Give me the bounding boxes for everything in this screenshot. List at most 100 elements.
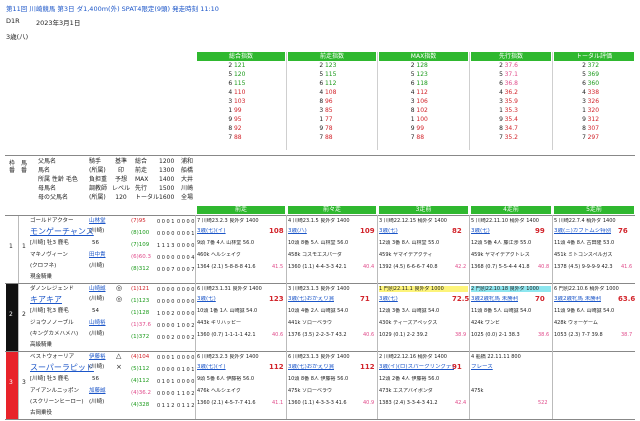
- jockey-link[interactable]: 伊藤裕: [89, 354, 106, 361]
- index-rank: 7: [582, 134, 586, 141]
- race-index: 71: [360, 295, 370, 303]
- race-divider: [552, 283, 553, 351]
- col-label: 大井: [181, 176, 194, 183]
- race-name-link[interactable]: 3歳(七)(イ): [197, 364, 226, 371]
- race-name-link[interactable]: 3歳(七): [197, 296, 216, 303]
- index-row: 8 34.7: [471, 124, 551, 133]
- trainer-aff: (川崎): [89, 263, 105, 269]
- col-label: 母馬名: [38, 185, 57, 192]
- race-tail-value: 38.7: [621, 332, 633, 338]
- index-value: 35.4: [504, 116, 518, 123]
- race-name-link[interactable]: 3歳2歳牝馬 未勝利: [471, 296, 518, 303]
- index-row: 2 123: [288, 61, 376, 70]
- index-title: トータル評価: [554, 52, 634, 61]
- race-line-3: 9頭 5番 6人 伊藤裕 56.0: [197, 376, 255, 382]
- race-line-5: 1360 (1.1) 4-4-3-3 42.1: [288, 264, 347, 270]
- index-rank: 1: [319, 116, 324, 123]
- col-label: 浦和: [181, 158, 194, 165]
- race-index: 112: [360, 363, 375, 371]
- index-title: 先行指数: [471, 52, 551, 61]
- index-value: 35.3: [504, 107, 518, 114]
- index-row: 9 35.4: [471, 115, 551, 124]
- sire-name: ゴールドアクター: [30, 218, 74, 224]
- race-name-link[interactable]: 3歳(七)(イ): [197, 228, 226, 235]
- jockey-link[interactable]: 山崎誠: [89, 286, 106, 293]
- trainer-link[interactable]: 田中貴: [89, 252, 106, 259]
- col-label: 印: [118, 167, 125, 174]
- race-line-3: 11頭 9番 6人 山崎誠 54.0: [554, 308, 615, 314]
- race-line-5: 1378 (4.5) 9-9-9-9 42.3: [554, 264, 613, 270]
- row-border: [5, 351, 635, 352]
- race-line-4: 424k ワンビ: [471, 320, 501, 326]
- index-rank: 9: [319, 125, 324, 132]
- jockey-aff: (川崎): [89, 228, 105, 234]
- race-name-link[interactable]: 3歳(七): [379, 296, 398, 303]
- divider: [286, 52, 287, 150]
- waku-number: 3: [9, 379, 13, 386]
- jockey-link[interactable]: 山林堂: [89, 218, 106, 225]
- trainer-link[interactable]: 加藤誠: [89, 388, 106, 395]
- race-line-1: 7 川崎23.2.3 良外ダ 1400: [197, 218, 259, 224]
- col-label: 調教師: [89, 185, 108, 192]
- race-divider: [286, 283, 287, 351]
- race-name-link[interactable]: 3歳2歳牝馬 未勝利: [554, 296, 601, 303]
- score-value: (1)123: [131, 298, 150, 304]
- index-value: 36.8: [504, 80, 518, 87]
- index-value: 34.7: [504, 125, 518, 132]
- mark-symbol: △: [116, 352, 122, 360]
- race-line-3: 11頭 4番 8人 古田隆 53.0: [554, 240, 615, 246]
- race-name-link[interactable]: 3歳(イ)(ロ)スパークリングデビュー: [379, 364, 454, 371]
- race-name-link[interactable]: フレース: [471, 364, 493, 371]
- horse-name[interactable]: キアキア: [30, 295, 62, 305]
- dist-record: 0 0 0 0: [157, 299, 175, 305]
- race-index: 108: [269, 227, 284, 235]
- index-row: 2 372: [554, 61, 634, 70]
- score-value: (1)372: [131, 334, 150, 340]
- race-name-link[interactable]: 3歳(七): [471, 228, 490, 235]
- dam-name: マキノヴィーン: [30, 252, 68, 258]
- index-row: 1 320: [554, 106, 634, 115]
- col-label: 予想: [115, 176, 128, 183]
- race-line-4: 476k ヘルシェイク: [197, 388, 241, 394]
- index-row: 8 307: [554, 124, 634, 133]
- col-venue: 浦和 船橋 大井 川崎 全場: [181, 158, 193, 201]
- dist-record: 1 0 0 2: [157, 311, 175, 317]
- dist-record: 0 1 1 2: [157, 403, 175, 409]
- race-line-5: 1368 (0.7) 5-5-4-4 41.8: [471, 264, 530, 270]
- weight: 56: [92, 240, 99, 246]
- race-title[interactable]: 第11回 川崎競馬 第3日 ダ1,400m(外) SPAT4限定(9頭) 発走時…: [6, 3, 219, 13]
- index-rank: 4: [499, 89, 503, 96]
- venue-record: 0 1 1 2: [177, 403, 195, 409]
- col-label: レベル: [112, 185, 131, 192]
- index-value: 120: [233, 71, 246, 78]
- trainer-link[interactable]: 山崎裕: [89, 320, 106, 327]
- index-rank: 6: [410, 80, 415, 87]
- dam-name: ジョウノノーブル: [30, 320, 74, 326]
- race-tail-value: 40.6: [363, 332, 375, 338]
- divider: [469, 52, 470, 150]
- race-name-link[interactable]: 3歳(七)おかえり賞: [288, 364, 334, 371]
- index-row: 6 360: [554, 79, 634, 88]
- race-line-3: 9頭 7番 4人 山林堂 56.0: [197, 240, 255, 246]
- horse-name[interactable]: スーパーラピッド: [30, 363, 94, 373]
- index-value: 115: [324, 71, 337, 78]
- race-name-link[interactable]: 3歳(三)カブトムシ特別: [554, 228, 611, 235]
- horse-info: [川崎] 牝3 鹿毛: [30, 308, 69, 314]
- race-divider: [195, 351, 196, 419]
- venue-record: 0 0 0 0: [177, 243, 195, 249]
- race-name-link[interactable]: 3歳(七)おかえり賞: [288, 296, 334, 303]
- jockey-aff: (川崎): [89, 296, 105, 302]
- index-rank: 4: [410, 89, 415, 96]
- sire-name: ダノンレジェンド: [30, 286, 74, 292]
- horse-name[interactable]: モンゲーチャンス: [30, 227, 94, 237]
- index-title: 総合指数: [197, 52, 285, 61]
- race-name-link[interactable]: 3歳(七): [379, 228, 398, 235]
- race-name-link[interactable]: 3歳(八): [288, 228, 307, 235]
- index-row: 7 297: [554, 133, 634, 142]
- index-row: 7 35.2: [471, 133, 551, 142]
- index-row: 1 77: [288, 115, 376, 124]
- index-value: 103: [233, 98, 246, 105]
- race-id: D1R: [6, 17, 20, 25]
- dist-record: 0 0 0 0: [157, 367, 175, 373]
- index-row: 5 123: [379, 70, 468, 79]
